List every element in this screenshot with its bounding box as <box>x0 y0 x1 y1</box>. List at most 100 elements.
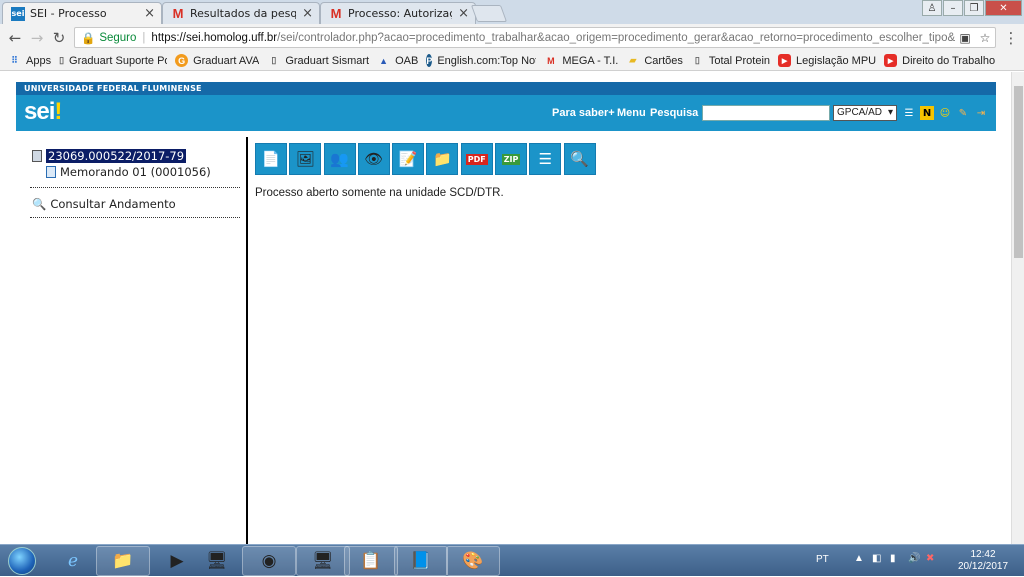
bookmark-star-icon[interactable]: ☆ <box>975 31 995 45</box>
search-input[interactable] <box>702 105 830 121</box>
url-host: https://sei.homolog.uff.br <box>151 31 278 44</box>
bookmark-item[interactable]: P English.com:Top Not <box>426 54 536 67</box>
bookmark-label: Cartões <box>644 54 683 67</box>
pesquisa-label: Pesquisa <box>650 107 699 119</box>
network-app-icon[interactable]: 🖥 <box>190 546 244 576</box>
bookmark-label: Graduart Sismart <box>285 54 370 67</box>
office-document-icon[interactable]: 📋 <box>344 546 398 576</box>
close-window-icon[interactable]: ✕ <box>985 0 1022 16</box>
system-tray: PT ▲ ◧ ▮ 🔊 ✖ 12:42 20/12/2017 <box>810 545 1024 577</box>
browser-menu-icon[interactable]: ⋮ <box>1000 29 1022 47</box>
zip-icon[interactable]: ZIP <box>495 143 528 175</box>
scrollbar-thumb[interactable] <box>1014 86 1023 258</box>
logout-icon[interactable]: ⇥ <box>974 106 988 120</box>
bookmark-label: Total Protein <box>708 54 771 67</box>
tray-app-icon[interactable]: ◧ <box>872 553 881 564</box>
folder-icon: ▰ <box>629 55 637 65</box>
news-icon[interactable]: N <box>920 106 934 120</box>
assign-process-icon[interactable]: 👥 <box>323 143 356 175</box>
pdf-icon[interactable]: PDF <box>460 143 493 175</box>
process-content-pane: 📄 🖼 👥 👁 📝 📁 PDF ZIP ☰ 🔍 Processo aberto … <box>250 137 995 544</box>
process-folder-icon <box>32 150 42 162</box>
bookmark-item[interactable]: ▶ Direito do Trabalho <box>884 54 995 67</box>
remote-desktop-icon[interactable]: 🖥 <box>296 546 350 576</box>
bookmark-item[interactable]: ▯ Graduart Suporte Po <box>59 54 167 67</box>
cast-icon[interactable]: ▣ <box>955 31 975 45</box>
close-tab-icon[interactable]: × <box>302 6 313 21</box>
bookmark-label: Legislação MPU <box>796 54 877 67</box>
bookmark-item[interactable]: ▰ Cartões <box>626 54 683 67</box>
user-icon[interactable]: ☺ <box>938 106 952 120</box>
page-scrollbar[interactable] <box>1011 72 1024 544</box>
bookmark-apps[interactable]: ⠿ Apps <box>8 54 51 67</box>
close-tab-icon[interactable]: × <box>144 6 155 21</box>
reload-icon[interactable]: ↻ <box>48 29 70 47</box>
gmail-favicon-icon: M <box>172 6 184 21</box>
close-tab-icon[interactable]: × <box>458 6 469 21</box>
g-icon: G <box>175 54 189 67</box>
restore-icon[interactable]: ❐ <box>964 0 984 16</box>
p-icon: P <box>426 54 433 67</box>
new-tab-button[interactable] <box>470 5 508 22</box>
browser-tab-gmail-2[interactable]: M Processo: Autorização pa × <box>320 2 476 24</box>
forward-arrow-icon[interactable]: → <box>26 29 48 47</box>
tree-document-node[interactable]: Memorando 01 (0001056) <box>46 165 211 179</box>
signal-icon[interactable]: ▮ <box>890 553 896 564</box>
sei-logo[interactable]: sei! <box>24 98 62 126</box>
start-button[interactable] <box>2 545 42 577</box>
bookmark-item[interactable]: ▯ Total Protein <box>691 54 770 67</box>
start-related-process-icon[interactable]: 🖼 <box>289 143 322 175</box>
search-icon[interactable]: 🔍 <box>563 143 596 175</box>
user-profile-icon[interactable]: ♙ <box>922 0 942 16</box>
browser-tab-gmail-1[interactable]: M Resultados da pesquisa - × <box>162 2 320 24</box>
file-explorer-icon[interactable]: 📁 <box>96 546 150 576</box>
web-page: UNIVERSIDADE FEDERAL FLUMINENSE sei! Par… <box>0 72 1024 544</box>
process-tree-pane: 23069.000522/2017-79 Memorando 01 (00010… <box>16 137 248 544</box>
process-number[interactable]: 23069.000522/2017-79 <box>46 149 187 163</box>
folder-icon[interactable]: 📁 <box>426 143 459 175</box>
bookmark-label: Graduart AVA <box>193 54 260 67</box>
settings-wrench-icon[interactable]: ✎ <box>956 106 970 120</box>
tab-title: Resultados da pesquisa - <box>190 7 297 20</box>
internet-explorer-icon[interactable]: ℯ <box>46 546 100 576</box>
bookmark-label: English.com:Top Not <box>437 54 537 67</box>
tree-process-node[interactable]: 23069.000522/2017-79 <box>32 149 187 163</box>
bookmark-item[interactable]: ▲ OAB <box>377 54 418 67</box>
browser-tab-sei[interactable]: sei SEI - Processo × <box>2 2 162 24</box>
bookmark-label: OAB <box>395 54 419 67</box>
follow-up-icon[interactable]: 👁 <box>357 143 390 175</box>
control-processes-icon[interactable]: ☰ <box>902 106 916 120</box>
consultar-andamento-label: Consultar Andamento <box>50 197 176 211</box>
paint-icon[interactable]: 🎨 <box>446 546 500 576</box>
consultar-andamento-link[interactable]: 🔍 Consultar Andamento <box>32 197 176 211</box>
show-hidden-icons-icon[interactable]: ▲ <box>854 553 864 564</box>
chrome-icon[interactable]: ◉ <box>242 546 296 576</box>
notebook-icon[interactable]: 📘 <box>394 546 448 576</box>
bookmark-item[interactable]: ▯ Graduart Sismart <box>267 54 369 67</box>
bookmark-label: Apps <box>26 54 52 67</box>
para-saber-link[interactable]: Para saber+ <box>552 107 615 119</box>
bookmark-item[interactable]: M MEGA - T.I. <box>544 54 618 67</box>
logo-bang: ! <box>54 98 62 125</box>
document-label[interactable]: Memorando 01 (0001056) <box>60 165 211 179</box>
divider <box>30 217 240 218</box>
volume-icon[interactable]: 🔊 <box>908 553 920 564</box>
bookmarks-bar: ⠿ Apps ▯ Graduart Suporte Po G Graduart AVA… <box>0 51 1024 71</box>
unit-select[interactable]: GPCA/AD ▾ <box>833 105 897 121</box>
network-error-icon[interactable]: ✖ <box>926 553 934 564</box>
bookmark-item[interactable]: ▶ Legislação MPU <box>778 54 876 67</box>
language-indicator[interactable]: PT <box>816 554 829 565</box>
oab-icon: ▲ <box>379 55 389 66</box>
annotation-icon[interactable]: 📝 <box>392 143 425 175</box>
list-icon[interactable]: ☰ <box>529 143 562 175</box>
system-clock[interactable]: 12:42 20/12/2017 <box>958 549 1008 573</box>
url-path: /sei/controlador.php?acao=procedimento_t… <box>277 31 955 44</box>
back-arrow-icon[interactable]: ← <box>4 29 26 47</box>
windows-taskbar: ℯ 📁 ▶ 🖥 ◉ 🖥 📋 📘 🎨 PT ▲ ◧ ▮ 🔊 ✖ 12:42 20/… <box>0 544 1024 576</box>
new-document-icon[interactable]: 📄 <box>255 143 287 175</box>
bookmark-item[interactable]: G Graduart AVA <box>175 54 259 67</box>
menu-link[interactable]: Menu <box>617 107 646 119</box>
address-bar[interactable]: 🔒 Seguro | https://sei.homolog.uff.br /s… <box>74 27 996 48</box>
minimize-icon[interactable]: – <box>943 0 963 16</box>
apps-grid-icon: ⠿ <box>11 55 18 65</box>
